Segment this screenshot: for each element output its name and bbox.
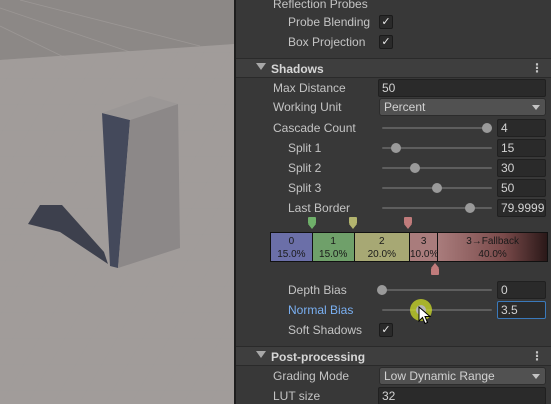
split3-row: Split 3 50 bbox=[236, 178, 551, 198]
box-projection-label: Box Projection bbox=[288, 35, 366, 49]
cascade-segment-0: 0 15.0% bbox=[271, 233, 313, 261]
cascade-count-label: Cascade Count bbox=[273, 121, 356, 135]
probe-blending-row: Probe Blending ✓ bbox=[236, 12, 551, 32]
kebab-menu-icon[interactable]: ⋮ bbox=[531, 350, 543, 362]
cascade-segment-percent: 10.0% bbox=[410, 249, 439, 260]
depth-bias-label: Depth Bias bbox=[288, 283, 347, 297]
cascade-count-row: Cascade Count 4 bbox=[236, 118, 551, 138]
max-distance-row: Max Distance 50 bbox=[236, 78, 551, 98]
cascade-split3-marker[interactable] bbox=[404, 217, 412, 229]
last-border-row: Last Border 79.9999 bbox=[236, 198, 551, 218]
lut-size-field[interactable]: 32 bbox=[378, 387, 546, 404]
normal-bias-label: Normal Bias bbox=[288, 303, 354, 317]
normal-bias-slider-track[interactable] bbox=[382, 309, 492, 311]
split1-label: Split 1 bbox=[288, 141, 322, 155]
cascade-segment-percent: 40.0% bbox=[478, 249, 507, 260]
chevron-down-icon bbox=[532, 374, 540, 379]
last-border-slider-thumb[interactable] bbox=[465, 203, 475, 213]
split1-row: Split 1 15 bbox=[236, 138, 551, 158]
normal-bias-row: Normal Bias 3.5 bbox=[236, 300, 551, 320]
cascade-segment-percent: 20.0% bbox=[367, 249, 396, 260]
working-unit-value: Percent bbox=[384, 100, 426, 114]
cascade-segment-name: 3→Fallback bbox=[466, 236, 519, 247]
split2-field[interactable]: 30 bbox=[497, 159, 546, 177]
triangle-down-icon[interactable] bbox=[256, 351, 266, 358]
post-processing-title: Post-processing bbox=[271, 350, 366, 364]
cascade-segment-4: 3→Fallback 40.0% bbox=[438, 233, 547, 261]
split2-label: Split 2 bbox=[288, 161, 322, 175]
last-border-slider-track[interactable] bbox=[382, 207, 492, 209]
inspector-panel: Reflection Probes Probe Blending ✓ Box P… bbox=[236, 0, 551, 404]
cascade-segment-name: 0 bbox=[288, 236, 295, 247]
max-distance-field[interactable]: 50 bbox=[378, 79, 546, 97]
box-projection-checkbox[interactable]: ✓ bbox=[379, 35, 393, 49]
depth-bias-field[interactable]: 0 bbox=[497, 281, 546, 299]
pointer-cursor-icon bbox=[418, 306, 432, 325]
grading-mode-value: Low Dynamic Range bbox=[384, 369, 495, 383]
cascade-segment-1: 1 15.0% bbox=[312, 233, 355, 261]
cascade-segment-3: 3 10.0% bbox=[410, 233, 439, 261]
split2-slider-thumb[interactable] bbox=[410, 163, 420, 173]
cascade-count-slider-track[interactable] bbox=[382, 127, 492, 129]
cascade-segment-name: 3 bbox=[420, 236, 427, 247]
shadows-section-header[interactable]: Shadows ⋮ bbox=[236, 58, 551, 78]
cascade-segment-name: 1 bbox=[330, 236, 336, 247]
box-projection-row: Box Projection ✓ bbox=[236, 32, 551, 52]
reflection-probes-label: Reflection Probes bbox=[273, 0, 368, 11]
probe-blending-label: Probe Blending bbox=[288, 15, 371, 29]
split1-field[interactable]: 15 bbox=[497, 139, 546, 157]
shadows-title: Shadows bbox=[271, 62, 324, 76]
probe-blending-checkbox[interactable]: ✓ bbox=[379, 15, 393, 29]
lut-size-label: LUT size bbox=[273, 389, 321, 403]
working-unit-label: Working Unit bbox=[273, 100, 342, 114]
max-distance-label: Max Distance bbox=[273, 81, 346, 95]
cascade-segment-name: 2 bbox=[379, 236, 385, 247]
grading-mode-row: Grading Mode Low Dynamic Range bbox=[236, 366, 551, 386]
soft-shadows-label: Soft Shadows bbox=[288, 323, 363, 337]
cascade-segment-2: 2 20.0% bbox=[354, 233, 410, 261]
cascade-split2-marker[interactable] bbox=[349, 217, 357, 229]
split1-slider-thumb[interactable] bbox=[391, 143, 402, 153]
working-unit-row: Working Unit Percent bbox=[236, 97, 551, 117]
cascade-segment-percent: 15.0% bbox=[319, 249, 348, 260]
last-border-field[interactable]: 79.9999 bbox=[497, 199, 546, 217]
cascade-count-slider-thumb[interactable] bbox=[481, 123, 492, 133]
scene-render bbox=[0, 0, 234, 404]
post-processing-section-header[interactable]: Post-processing ⋮ bbox=[236, 346, 551, 366]
cascade-last-border-marker[interactable] bbox=[431, 263, 439, 275]
grading-mode-dropdown[interactable]: Low Dynamic Range bbox=[379, 367, 546, 385]
cascade-segment-percent: 15.0% bbox=[277, 249, 306, 260]
cascade-split-bar[interactable]: 0 15.0% 1 15.0% 2 20.0% 3 10.0% 3→Fallback 40.0% bbox=[270, 232, 548, 262]
soft-shadows-row: Soft Shadows ✓ bbox=[236, 320, 551, 340]
soft-shadows-checkbox[interactable]: ✓ bbox=[379, 323, 393, 337]
scene-viewport[interactable] bbox=[0, 0, 234, 404]
working-unit-dropdown[interactable]: Percent bbox=[379, 98, 546, 116]
depth-bias-row: Depth Bias 0 bbox=[236, 280, 551, 300]
split3-field[interactable]: 50 bbox=[497, 179, 546, 197]
split3-label: Split 3 bbox=[288, 181, 322, 195]
kebab-menu-icon[interactable]: ⋮ bbox=[531, 62, 543, 74]
split2-row: Split 2 30 bbox=[236, 158, 551, 178]
normal-bias-field[interactable]: 3.5 bbox=[497, 301, 546, 319]
split2-slider-track[interactable] bbox=[382, 167, 492, 169]
depth-bias-slider-thumb[interactable] bbox=[377, 285, 387, 295]
last-border-label: Last Border bbox=[288, 201, 351, 215]
cascade-split1-marker[interactable] bbox=[308, 217, 316, 229]
lut-size-row: LUT size 32 bbox=[236, 386, 551, 404]
cascade-count-field[interactable]: 4 bbox=[497, 119, 546, 137]
grading-mode-label: Grading Mode bbox=[273, 369, 350, 383]
triangle-down-icon[interactable] bbox=[256, 63, 266, 70]
split3-slider-thumb[interactable] bbox=[432, 183, 442, 193]
chevron-down-icon bbox=[532, 105, 540, 110]
depth-bias-slider-track[interactable] bbox=[382, 289, 492, 291]
